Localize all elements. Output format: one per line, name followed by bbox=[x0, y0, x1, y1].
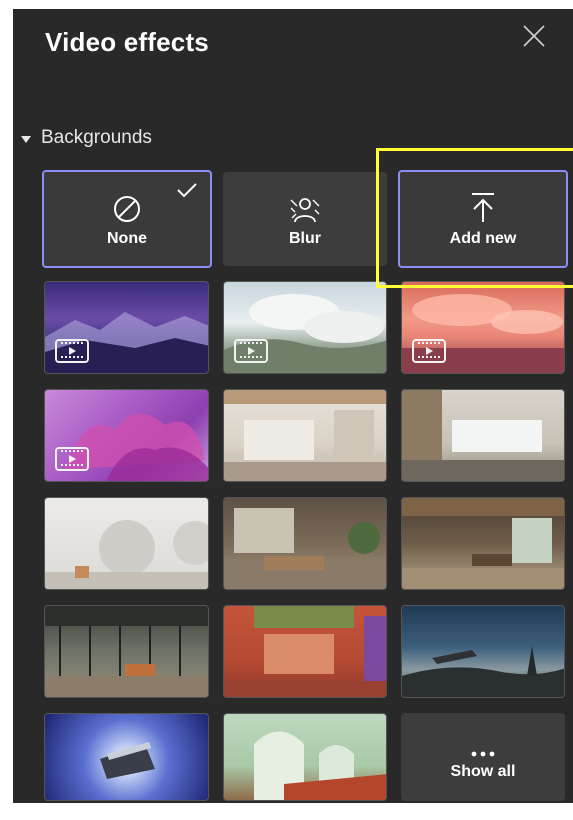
close-icon bbox=[523, 25, 545, 47]
background-blur-option[interactable]: Blur bbox=[223, 172, 387, 266]
background-thumbnail[interactable] bbox=[401, 605, 565, 698]
background-thumbnail[interactable] bbox=[223, 389, 387, 482]
background-thumbnail[interactable] bbox=[223, 497, 387, 590]
checkmark-icon bbox=[177, 183, 197, 198]
background-thumbnail[interactable] bbox=[223, 713, 387, 801]
background-thumbnail[interactable] bbox=[44, 713, 209, 801]
background-thumbnail[interactable] bbox=[223, 281, 387, 374]
video-icon bbox=[55, 339, 89, 363]
background-thumbnail[interactable] bbox=[44, 605, 209, 698]
video-effects-panel: Video effects Backgrounds None Blur Add … bbox=[13, 9, 573, 803]
background-thumbnail[interactable] bbox=[44, 389, 209, 482]
caret-down-icon bbox=[21, 135, 31, 143]
more-icon bbox=[471, 751, 495, 757]
blur-label: Blur bbox=[289, 230, 321, 247]
add-new-label: Add new bbox=[449, 230, 517, 247]
video-icon bbox=[55, 447, 89, 471]
backgrounds-section-toggle[interactable]: Backgrounds bbox=[21, 127, 152, 149]
background-thumbnail[interactable] bbox=[401, 497, 565, 590]
show-all-label: Show all bbox=[450, 763, 516, 780]
show-all-backgrounds-button[interactable]: Show all bbox=[401, 713, 565, 801]
none-label: None bbox=[107, 230, 147, 247]
background-none-option[interactable]: None bbox=[42, 170, 212, 268]
section-label: Backgrounds bbox=[41, 127, 152, 148]
close-button[interactable] bbox=[519, 21, 549, 51]
add-new-background-button[interactable]: Add new bbox=[398, 170, 568, 268]
background-thumbnail[interactable] bbox=[223, 605, 387, 698]
background-thumbnail[interactable] bbox=[401, 281, 565, 374]
none-icon bbox=[114, 196, 140, 222]
background-thumbnail[interactable] bbox=[44, 497, 209, 590]
background-thumbnail[interactable] bbox=[44, 281, 209, 374]
panel-title: Video effects bbox=[45, 27, 209, 57]
upload-icon bbox=[472, 193, 494, 222]
video-icon bbox=[412, 339, 446, 363]
video-icon bbox=[234, 339, 268, 363]
background-thumbnail[interactable] bbox=[401, 389, 565, 482]
blur-icon bbox=[290, 198, 320, 223]
